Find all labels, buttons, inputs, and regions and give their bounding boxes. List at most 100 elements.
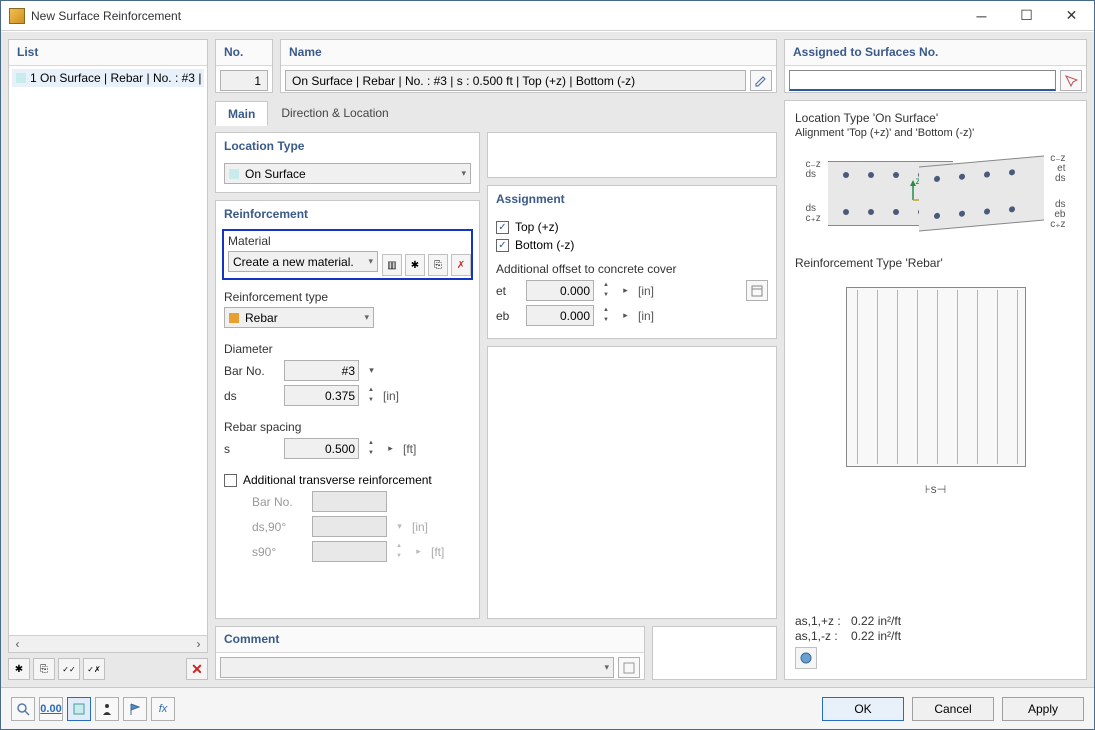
ds-label: ds — [224, 389, 279, 403]
material-library-button[interactable]: ▥ — [382, 254, 402, 276]
minimize-button[interactable]: ─ — [959, 1, 1004, 30]
scroll-left-icon[interactable]: ‹ — [9, 636, 26, 653]
et-spinner[interactable]: ▲▼ — [599, 281, 613, 301]
barno-dropdown-button[interactable]: ▾ — [364, 360, 379, 381]
list-body[interactable]: 1 On Surface | Rebar | No. : #3 | s : 0.… — [9, 66, 207, 635]
et-input[interactable]: 0.000 — [526, 280, 594, 301]
eb-spinner[interactable]: ▲▼ — [599, 306, 613, 326]
flag-icon — [128, 702, 142, 716]
app-icon — [9, 8, 25, 24]
no-input[interactable] — [220, 70, 268, 91]
rebar-diag-title: Reinforcement Type 'Rebar' — [795, 256, 1076, 270]
location-type-header: Location Type — [216, 133, 479, 159]
comment-panel: Comment ▾ — [215, 626, 645, 680]
comment-dropdown[interactable]: ▾ — [220, 657, 614, 678]
barno-label: Bar No. — [224, 364, 279, 378]
delete-item-button[interactable]: ✕ — [186, 658, 208, 680]
s-label: s — [224, 442, 279, 456]
et-unit: [in] — [638, 284, 654, 298]
titlebar: New Surface Reinforcement ─ ☐ ✕ — [1, 1, 1094, 31]
et-extra[interactable]: ▸ — [618, 280, 633, 301]
results-info-button[interactable] — [795, 647, 817, 669]
copy-item-button[interactable]: ⎘ — [33, 658, 55, 680]
tool-fx[interactable]: fx — [151, 697, 175, 721]
s-spinner[interactable]: ▲▼ — [364, 439, 378, 459]
rtype-dropdown[interactable]: Rebar ▾ — [224, 307, 374, 328]
transverse-checkbox[interactable]: ✓ — [224, 474, 237, 487]
s-input[interactable]: 0.500 — [284, 438, 359, 459]
note-icon — [623, 662, 635, 674]
rtype-value: Rebar — [245, 311, 278, 325]
ds-input[interactable]: 0.375 — [284, 385, 359, 406]
t-ds-input — [312, 516, 387, 537]
chevron-down-icon: ▾ — [461, 168, 466, 179]
bottom-checkbox[interactable]: ✓ — [496, 239, 509, 252]
eb-extra[interactable]: ▸ — [618, 305, 633, 326]
spacing-label: Rebar spacing — [224, 420, 471, 434]
scroll-right-icon[interactable]: › — [190, 636, 207, 653]
close-button[interactable]: ✕ — [1049, 1, 1094, 30]
list-item-text: 1 On Surface | Rebar | No. : #3 | s : 0.… — [30, 71, 204, 85]
rtype-label: Reinforcement type — [224, 290, 471, 304]
t-ds-unit: [in] — [412, 520, 428, 534]
comment-notes-button[interactable] — [618, 657, 640, 678]
spacer-panel — [652, 626, 777, 680]
tool-person[interactable] — [95, 697, 119, 721]
comment-header: Comment — [216, 627, 644, 653]
assigned-input[interactable] — [789, 70, 1056, 91]
transverse-label: Additional transverse reinforcement — [243, 473, 432, 487]
material-copy-button[interactable]: ⎘ — [428, 254, 448, 276]
t-s-spinner: ▲▼ — [392, 542, 406, 562]
bottom-label: Bottom (-z) — [515, 238, 574, 252]
top-checkbox[interactable]: ✓ — [496, 221, 509, 234]
new-item-button[interactable]: ✱ — [8, 658, 30, 680]
barno-input[interactable]: #3 — [284, 360, 359, 381]
top-label: Top (+z) — [515, 220, 559, 234]
offset-settings-button[interactable] — [746, 280, 768, 301]
list-swatch-icon — [16, 73, 26, 83]
tab-direction-location[interactable]: Direction & Location — [268, 100, 401, 125]
reinforcement-section: Reinforcement Material Create a new mate… — [215, 200, 480, 619]
uncheck-all-button[interactable]: ✓✗ — [83, 658, 105, 680]
cancel-button[interactable]: Cancel — [912, 697, 994, 721]
list-scrollbar-horizontal[interactable]: ‹ › — [9, 635, 207, 652]
diagram-panel: Location Type 'On Surface' Alignment 'To… — [784, 100, 1087, 680]
name-input[interactable] — [285, 70, 746, 91]
tool-flag[interactable] — [123, 697, 147, 721]
ok-button[interactable]: OK — [822, 697, 904, 721]
bottom-bar: 0.00 fx OK Cancel Apply — [1, 687, 1094, 729]
rebar-diagram — [846, 287, 1026, 467]
assigned-header: Assigned to Surfaces No. — [785, 40, 1086, 66]
tool-view[interactable] — [67, 697, 91, 721]
s-extra-button[interactable]: ▸ — [383, 438, 398, 459]
pick-surfaces-button[interactable] — [1060, 70, 1082, 91]
offset-label: Additional offset to concrete cover — [496, 262, 768, 276]
window-title: New Surface Reinforcement — [31, 9, 959, 23]
r1-label: as,1,+z : — [795, 614, 845, 628]
view-icon — [72, 702, 86, 716]
assignment-header: Assignment — [488, 186, 776, 212]
tool-search[interactable] — [11, 697, 35, 721]
blank-section-top — [487, 132, 777, 178]
maximize-button[interactable]: ☐ — [1004, 1, 1049, 30]
tabs: Main Direction & Location — [215, 100, 777, 125]
t-barno-label: Bar No. — [224, 495, 307, 509]
t-ds-label: ds,90° — [224, 520, 307, 534]
material-dropdown[interactable]: Create a new material. ▾ — [228, 251, 378, 272]
r2-value: 0.22 in²/ft — [851, 629, 901, 643]
tool-units[interactable]: 0.00 — [39, 697, 63, 721]
location-type-dropdown[interactable]: On Surface ▾ — [224, 163, 471, 184]
ds-spinner[interactable]: ▲▼ — [364, 386, 378, 406]
check-all-button[interactable]: ✓✓ — [58, 658, 80, 680]
t-s-label: s90° — [224, 545, 307, 559]
material-delete-button[interactable]: ✗ — [451, 254, 471, 276]
material-new-button[interactable]: ✱ — [405, 254, 425, 276]
apply-button[interactable]: Apply — [1002, 697, 1084, 721]
edit-name-button[interactable] — [750, 70, 772, 91]
list-item[interactable]: 1 On Surface | Rebar | No. : #3 | s : 0.… — [12, 69, 204, 87]
r1-value: 0.22 in²/ft — [851, 614, 901, 628]
search-icon — [16, 702, 30, 716]
t-s-extra: ▸ — [411, 541, 426, 562]
eb-input[interactable]: 0.000 — [526, 305, 594, 326]
tab-main[interactable]: Main — [215, 101, 268, 126]
